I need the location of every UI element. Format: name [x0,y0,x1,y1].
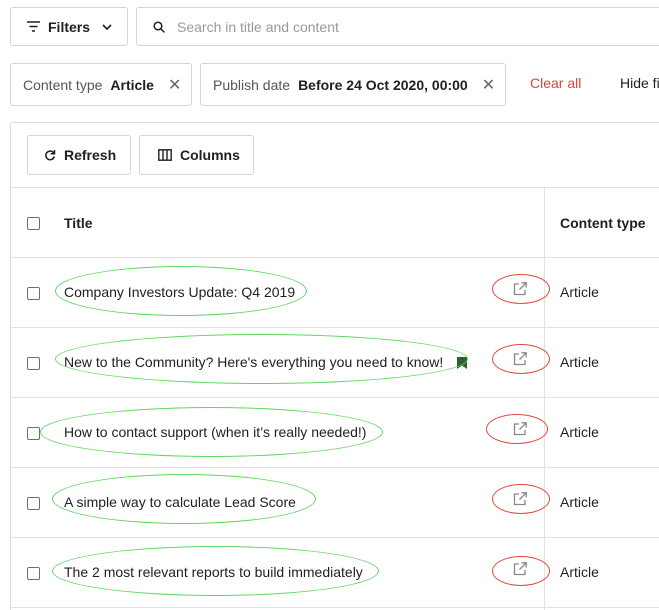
row-content-type: Article [560,284,599,300]
row-content-type: Article [560,354,599,370]
filters-label: Filters [48,18,91,35]
row-content-type: Article [560,424,599,440]
chip-label: Publish date [213,76,291,93]
red-annotation-oval [486,414,548,444]
divider [11,327,659,328]
divider [11,257,659,258]
filter-icon [27,21,40,32]
chevron-down-icon [102,23,112,30]
red-annotation-oval [492,484,550,514]
chip-label: Content type [23,76,103,93]
column-divider [544,188,545,610]
row-checkbox[interactable] [27,287,40,300]
refresh-label: Refresh [64,147,117,163]
green-annotation-oval [52,474,316,524]
chip-value: Article [110,76,154,93]
columns-label: Columns [180,147,240,163]
filter-chip-content-type[interactable]: Content type Article ✕ [10,63,192,106]
clear-all-link[interactable]: Clear all [530,75,581,91]
hide-filters-link[interactable]: Hide fi [620,75,659,91]
red-annotation-oval [492,274,550,304]
filter-chip-publish-date[interactable]: Publish date Before 24 Oct 2020, 00:00 ✕ [200,63,506,106]
search-input[interactable]: Search in title and content [136,7,659,46]
green-annotation-oval [55,266,307,316]
columns-icon [158,149,172,161]
row-content-type: Article [560,494,599,510]
green-annotation-oval [40,407,383,457]
divider [11,187,659,188]
red-annotation-oval [492,556,550,586]
column-header-content-type[interactable]: Content type [560,215,646,231]
green-annotation-oval [55,334,468,384]
red-annotation-oval [492,344,550,374]
select-all-checkbox[interactable] [27,217,40,230]
row-checkbox[interactable] [27,567,40,580]
row-checkbox[interactable] [27,427,40,440]
refresh-button[interactable]: Refresh [27,135,131,175]
search-icon [153,20,165,33]
divider [11,537,659,538]
column-header-title[interactable]: Title [64,215,93,231]
row-checkbox[interactable] [27,497,40,510]
close-icon[interactable]: ✕ [482,75,495,95]
columns-button[interactable]: Columns [139,135,254,175]
refresh-icon [45,150,56,161]
close-icon[interactable]: ✕ [168,75,181,95]
divider [11,607,659,608]
filters-button[interactable]: Filters [10,7,128,46]
search-placeholder: Search in title and content [177,18,339,35]
green-annotation-oval [52,546,379,596]
chip-value: Before 24 Oct 2020, 00:00 [298,76,468,93]
divider [11,397,659,398]
row-checkbox[interactable] [27,357,40,370]
row-content-type: Article [560,564,599,580]
divider [11,467,659,468]
